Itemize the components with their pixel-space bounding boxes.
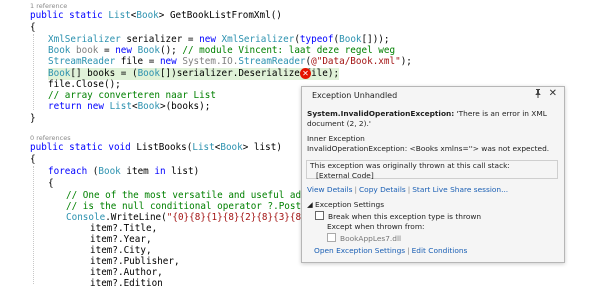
except-when-thrown-label: Except when thrown from: (327, 222, 425, 231)
code-line-brace: { (48, 178, 54, 189)
inner-exception: Inner Exception InvalidOperationExceptio… (307, 134, 557, 154)
code-line-brace: { (30, 154, 36, 165)
collapse-triangle-icon: ◢ (307, 200, 316, 209)
popup-title: Exception Unhandled (312, 91, 398, 100)
indent-guide (33, 166, 35, 284)
break-when-thrown-checkbox[interactable]: Break when this exception type is thrown (315, 211, 481, 221)
exception-type: System.InvalidOperationException: (307, 109, 455, 118)
codelens-references[interactable]: 1 reference (30, 2, 67, 10)
code-line-arg: item?.Edition (90, 278, 163, 289)
code-line-file: StreamReader file = new System.IO.Stream… (48, 56, 412, 67)
code-line-method2: public static void ListBooks(List<Book> … (30, 142, 282, 153)
break-when-thrown-label: Break when this exception type is thrown (328, 212, 482, 221)
call-stack-label: This exception was originally thrown at … (310, 161, 510, 170)
edit-conditions-link[interactable]: Edit Conditions (412, 246, 468, 255)
code-line-brace: { (30, 22, 36, 33)
settings-links: Open Exception Settings | Edit Conditions (314, 246, 468, 255)
checkbox-icon (327, 233, 336, 242)
copy-details-link[interactable]: Copy Details (359, 185, 406, 194)
exception-popup: Exception Unhandled ✕ System.InvalidOper… (301, 86, 565, 263)
code-line-foreach: foreach (Book item in list) (48, 166, 200, 177)
call-stack-box: This exception was originally thrown at … (306, 160, 558, 181)
inner-exception-message: InvalidOperationException: <Books xmlns=… (307, 144, 550, 153)
close-icon[interactable]: ✕ (549, 88, 557, 99)
dll-checkbox[interactable]: BookAppLes7.dll (327, 233, 401, 243)
exception-settings-label: Exception Settings (315, 200, 385, 209)
exception-settings-toggle[interactable]: ◢ Exception Settings (307, 200, 384, 209)
indent-guide (33, 34, 35, 110)
popup-links: View Details | Copy Details | Start Live Sha… (307, 185, 509, 194)
exception-message: System.InvalidOperationException: 'There… (307, 109, 557, 129)
pin-icon[interactable] (534, 89, 542, 100)
inner-exception-label: Inner Exception (307, 134, 365, 143)
dll-label: BookAppLes7.dll (340, 234, 402, 243)
code-line-brace: } (30, 113, 36, 124)
external-code-frame[interactable]: [External Code] (310, 171, 557, 181)
codelens-references[interactable]: 0 references (30, 134, 71, 142)
checkbox-icon (315, 211, 324, 220)
editor-gutter (0, 0, 14, 284)
live-share-link[interactable]: Start Live Share session... (412, 185, 508, 194)
view-details-link[interactable]: View Details (307, 185, 353, 194)
code-line-return: return new List<Book>(books); (48, 101, 211, 112)
error-icon[interactable]: ✕ (300, 68, 311, 79)
code-line-method1: public static List<Book> GetBookListFrom… (30, 10, 282, 21)
open-exception-settings-link[interactable]: Open Exception Settings (314, 246, 405, 255)
